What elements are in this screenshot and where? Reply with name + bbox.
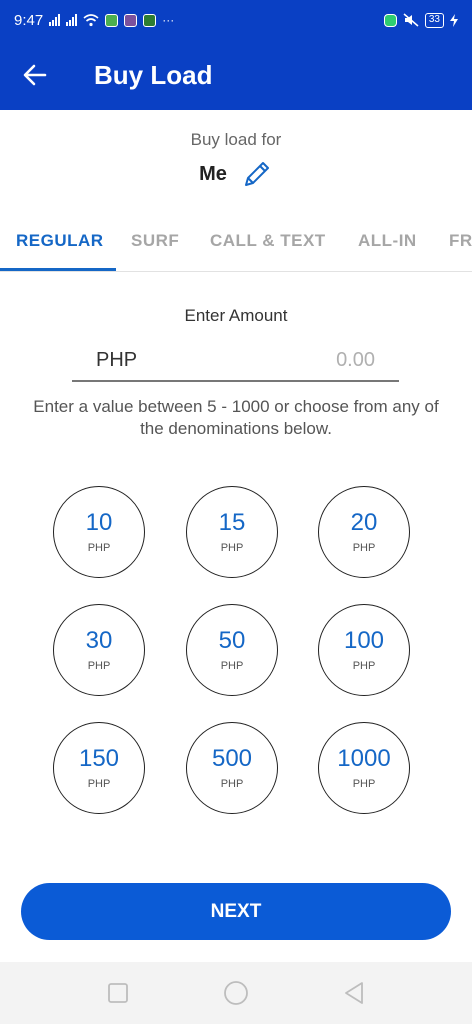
denomination-value: 15 xyxy=(218,509,246,536)
denomination-unit: PHP xyxy=(352,542,376,554)
circle-icon[interactable] xyxy=(223,980,249,1006)
denomination-value: 30 xyxy=(85,627,113,654)
page-title: Buy Load xyxy=(94,59,213,90)
denomination-20[interactable]: 20 PHP xyxy=(318,486,410,578)
shield-icon xyxy=(383,13,397,27)
denomination-unit: PHP xyxy=(220,542,244,554)
status-time: 9:47 xyxy=(14,11,44,29)
load-category-tabs: REGULAR SURF CALL & TEXT ALL-IN FR xyxy=(0,220,472,272)
denomination-unit: PHP xyxy=(87,778,111,790)
denomination-unit: PHP xyxy=(220,660,244,672)
denomination-unit: PHP xyxy=(220,778,244,790)
viber-icon xyxy=(124,13,138,27)
square-icon[interactable] xyxy=(107,982,129,1004)
tab-regular[interactable]: REGULAR xyxy=(16,220,104,271)
active-tab-indicator xyxy=(0,268,116,271)
status-bar: 9:47 ··· 33 xyxy=(0,0,472,40)
amount-input[interactable] xyxy=(255,348,375,372)
more-notifications-icon: ··· xyxy=(162,13,175,27)
signal-icon xyxy=(49,14,61,26)
arrow-left-icon xyxy=(23,64,47,86)
denomination-value: 500 xyxy=(211,745,253,772)
tab-fr[interactable]: FR xyxy=(449,220,472,271)
denomination-unit: PHP xyxy=(352,778,376,790)
next-button[interactable]: NEXT xyxy=(21,883,451,940)
denomination-unit: PHP xyxy=(87,660,111,672)
denomination-30[interactable]: 30 PHP xyxy=(53,604,145,696)
charging-icon xyxy=(450,13,458,27)
recipient-label: Buy load for xyxy=(190,130,282,149)
denomination-value: 10 xyxy=(85,509,113,536)
denomination-150[interactable]: 150 PHP xyxy=(53,722,145,814)
denomination-15[interactable]: 15 PHP xyxy=(186,486,278,578)
tab-all-in[interactable]: ALL-IN xyxy=(358,220,417,271)
denomination-value: 50 xyxy=(218,627,246,654)
recipient-name: Me xyxy=(199,162,227,185)
message-app-icon xyxy=(105,13,119,27)
denomination-unit: PHP xyxy=(87,542,111,554)
recipient-section: Buy load for Me xyxy=(0,130,472,190)
tab-call-text[interactable]: CALL & TEXT xyxy=(210,220,326,271)
currency-label: PHP xyxy=(96,348,138,371)
amount-hint: Enter a value between 5 - 1000 or choose… xyxy=(33,397,439,438)
wifi-icon xyxy=(83,13,99,26)
triangle-icon[interactable] xyxy=(343,981,365,1005)
denomination-value: 100 xyxy=(343,627,385,654)
signal-icon-2 xyxy=(66,14,78,26)
chat-app-icon xyxy=(143,13,157,27)
denomination-10[interactable]: 10 PHP xyxy=(53,486,145,578)
mute-icon xyxy=(403,13,419,27)
battery-icon: 33 xyxy=(424,12,444,28)
denomination-value: 20 xyxy=(350,509,378,536)
system-nav-bar xyxy=(0,962,472,1024)
amount-label: Enter Amount xyxy=(184,306,288,325)
denomination-1000[interactable]: 1000 PHP xyxy=(318,722,410,814)
denomination-unit: PHP xyxy=(352,660,376,672)
tab-surf[interactable]: SURF xyxy=(131,220,179,271)
denomination-500[interactable]: 500 PHP xyxy=(186,722,278,814)
amount-field[interactable]: PHP xyxy=(72,340,399,382)
app-bar: Buy Load xyxy=(0,40,472,110)
recipient-row: Me xyxy=(0,158,472,190)
denomination-100[interactable]: 100 PHP xyxy=(318,604,410,696)
denomination-value: 1000 xyxy=(337,745,391,772)
pencil-icon[interactable] xyxy=(241,158,273,190)
denomination-50[interactable]: 50 PHP xyxy=(186,604,278,696)
back-button[interactable] xyxy=(0,40,70,110)
denomination-value: 150 xyxy=(78,745,120,772)
